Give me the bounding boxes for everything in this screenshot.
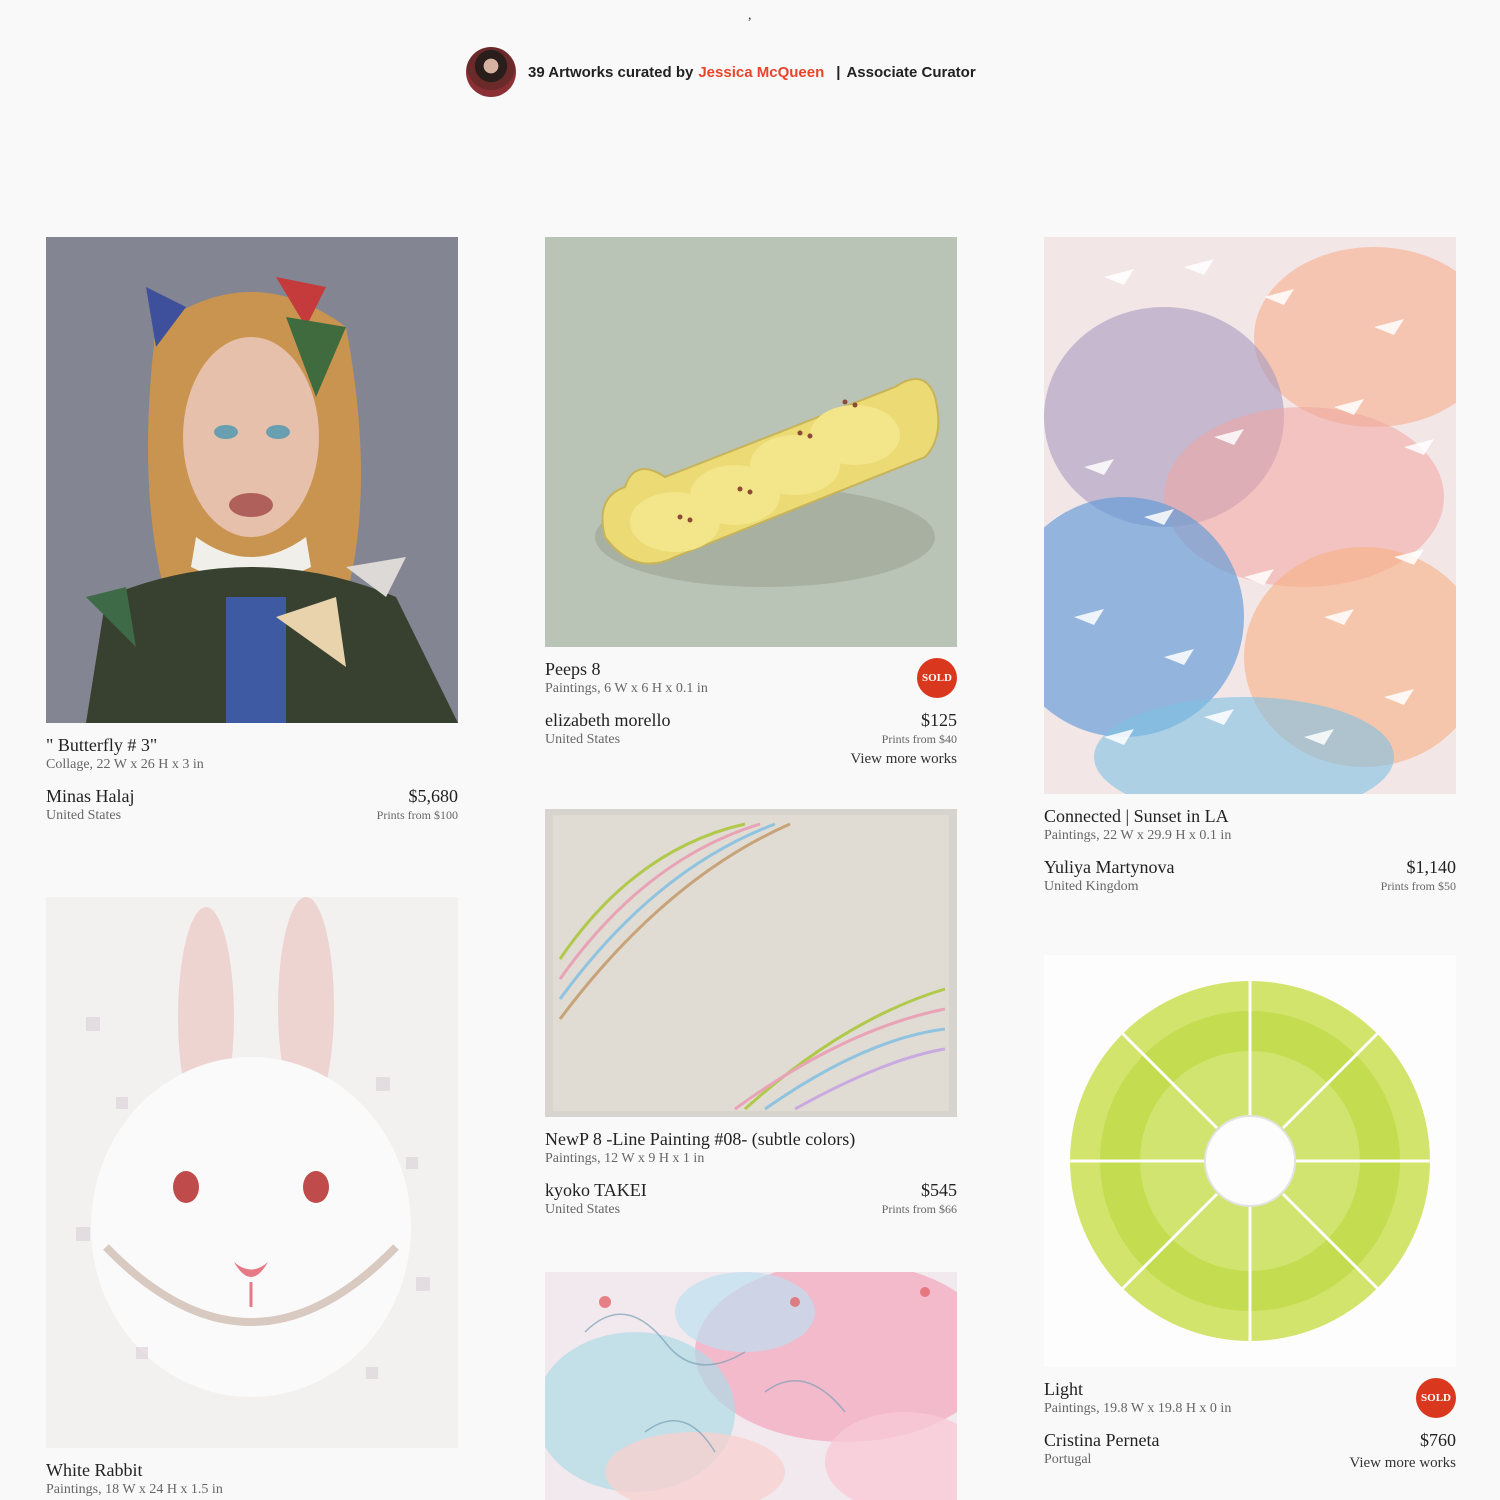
artwork-price: $125: [921, 710, 957, 730]
artwork-count-text: 39 Artworks curated by: [528, 63, 694, 81]
artwork-title[interactable]: Peeps 8: [545, 659, 957, 680]
sold-badge: SOLD: [1416, 1378, 1456, 1418]
artwork-card[interactable]: White Rabbit Paintings, 18 W x 24 H x 1.…: [46, 897, 458, 1498]
header-separator: |: [836, 63, 841, 81]
artist-country: United Kingdom: [1044, 879, 1139, 894]
view-more-works-link[interactable]: View more works: [850, 749, 957, 769]
view-more-works-link[interactable]: View more works: [1349, 1453, 1456, 1473]
prints-price[interactable]: Prints from $50: [1381, 878, 1456, 894]
prints-price[interactable]: Prints from $40: [850, 731, 957, 747]
artist-name[interactable]: elizabeth morello: [545, 710, 670, 731]
curator-avatar[interactable]: [466, 47, 516, 97]
prints-price[interactable]: Prints from $66: [882, 1201, 957, 1217]
artwork-details: Collage, 22 W x 26 H x 3 in: [46, 757, 204, 772]
artwork-image-connected[interactable]: [1044, 237, 1456, 794]
prints-price[interactable]: Prints from $100: [377, 807, 458, 823]
artist-name[interactable]: Cristina Perneta: [1044, 1430, 1159, 1451]
artwork-price: $545: [921, 1180, 957, 1200]
artwork-image-white-rabbit[interactable]: [46, 897, 458, 1448]
curator-name-link[interactable]: Jessica McQueen: [698, 64, 824, 81]
artist-country: United States: [545, 1202, 621, 1217]
artwork-card[interactable]: Peeps 8 Paintings, 6 W x 6 H x 0.1 in SO…: [545, 237, 957, 769]
artwork-card[interactable]: " Butterfly # 3" Collage, 22 W x 26 H x …: [46, 237, 458, 824]
artist-country: United States: [545, 732, 621, 747]
artwork-details: Paintings, 22 W x 29.9 H x 0.1 in: [1044, 828, 1232, 843]
artist-country: Portugal: [1044, 1452, 1092, 1467]
artwork-title[interactable]: Light: [1044, 1379, 1456, 1400]
artwork-details: Paintings, 19.8 W x 19.8 H x 0 in: [1044, 1401, 1232, 1416]
artwork-details: Paintings, 12 W x 9 H x 1 in: [545, 1151, 705, 1166]
artwork-title[interactable]: White Rabbit: [46, 1460, 458, 1481]
artist-name[interactable]: kyoko TAKEI: [545, 1180, 647, 1201]
artwork-card[interactable]: Light Paintings, 19.8 W x 19.8 H x 0 in …: [1044, 955, 1456, 1473]
artwork-image-peeps[interactable]: [545, 237, 957, 647]
artwork-price: $760: [1420, 1430, 1456, 1450]
artwork-price: $5,680: [408, 786, 459, 806]
artwork-image-light[interactable]: [1044, 955, 1456, 1367]
curator-header: 39 Artworks curated by Jessica McQueen |…: [466, 46, 976, 98]
decorative-tick-mark: ,: [748, 8, 752, 23]
artwork-image-line-painting[interactable]: [545, 809, 957, 1117]
artist-country: United States: [46, 808, 122, 823]
artwork-card[interactable]: [545, 1272, 957, 1500]
curator-role: Associate Curator: [846, 63, 976, 81]
artwork-details: Paintings, 6 W x 6 H x 0.1 in: [545, 681, 708, 696]
artwork-title[interactable]: Connected | Sunset in LA: [1044, 806, 1456, 827]
artwork-title[interactable]: " Butterfly # 3": [46, 735, 458, 756]
artwork-card[interactable]: Connected | Sunset in LA Paintings, 22 W…: [1044, 237, 1456, 895]
artwork-price: $1,140: [1406, 857, 1457, 877]
sold-badge: SOLD: [917, 658, 957, 698]
artwork-title[interactable]: NewP 8 -Line Painting #08- (subtle color…: [545, 1129, 957, 1150]
artwork-image-butterfly[interactable]: [46, 237, 458, 723]
artwork-image-pastel-abstract[interactable]: [545, 1272, 957, 1500]
artwork-card[interactable]: NewP 8 -Line Painting #08- (subtle color…: [545, 809, 957, 1218]
artwork-details: Paintings, 18 W x 24 H x 1.5 in: [46, 1482, 223, 1497]
artist-name[interactable]: Yuliya Martynova: [1044, 857, 1174, 878]
artist-name[interactable]: Minas Halaj: [46, 786, 134, 807]
